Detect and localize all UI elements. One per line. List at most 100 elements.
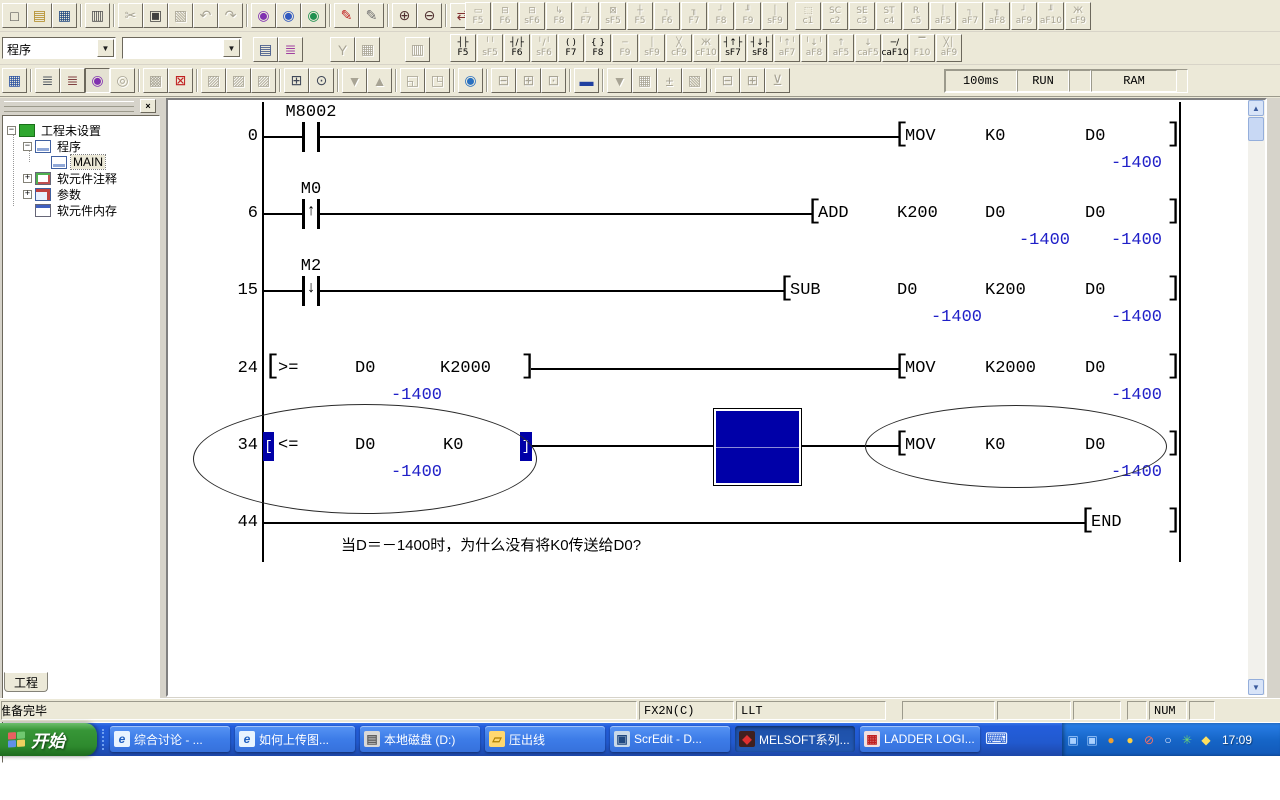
program-type-combo[interactable]: 程序 ▼ <box>2 37 116 59</box>
watch-button[interactable]: ⊙ <box>309 68 334 93</box>
error-jump-button[interactable]: ± <box>657 68 682 93</box>
edit2-button[interactable]: ▨ <box>226 68 251 93</box>
ladder-symbol-F5-button[interactable]: ┼F5 <box>627 2 653 30</box>
ladder-symbol-aF5-button[interactable]: │aF5 <box>930 2 956 30</box>
monitor-start-button[interactable]: ◉ <box>458 68 483 93</box>
ladder-canvas[interactable]: 0M8002[]MOVK0D0-14006M0↑[]ADDK200D0D0-14… <box>168 100 1248 695</box>
collapse-icon[interactable]: − <box>7 126 16 135</box>
ladder-symbol-cF10-button[interactable]: ЖcF10 <box>693 34 719 62</box>
project-tab[interactable]: 工程 <box>4 672 48 692</box>
sfc-step-button[interactable]: ▧ <box>682 68 707 93</box>
ladder-symbol-aF10-button[interactable]: ╜aF10 <box>1038 2 1064 30</box>
tray-network1-icon[interactable]: ▣ <box>1065 732 1081 748</box>
device-search-combo[interactable]: ▼ <box>122 37 242 59</box>
ladder-symbol-cF9-button[interactable]: ЖcF9 <box>1065 2 1091 30</box>
ladder-symbol-F8-button[interactable]: { }F8 <box>585 34 611 62</box>
tree-item-memory[interactable]: 软元件内存 <box>23 202 119 218</box>
open-file-button[interactable]: ▤ <box>27 3 52 28</box>
panel-grip2[interactable] <box>4 107 134 112</box>
cut-button[interactable]: ✂ <box>118 3 143 28</box>
taskbar-task-disk[interactable]: ▤本地磁盘 (D:) <box>360 726 480 752</box>
ladder-symbol-aF7-button[interactable]: ╵↑╵aF7 <box>774 34 800 62</box>
insert-row-button[interactable]: ▼ <box>342 68 367 93</box>
ladder-symbol-caF5-button[interactable]: ↓caF5 <box>855 34 881 62</box>
scroll-up-icon[interactable]: ▲ <box>1248 100 1264 116</box>
ladder-symbol-c5-button[interactable]: Rc5 <box>903 2 929 30</box>
ladder-symbol-F7-button[interactable]: ( )F7 <box>558 34 584 62</box>
ladder-symbol-sF6-button[interactable]: ╵/╵sF6 <box>531 34 557 62</box>
project-data-list-button[interactable]: ≣ <box>278 37 303 62</box>
pair1-button[interactable]: ▦ <box>632 68 657 93</box>
device-monitor-button[interactable]: ▬ <box>574 68 599 93</box>
ladder-symbol-c4-button[interactable]: STc4 <box>876 2 902 30</box>
find-string-button[interactable]: ◉ <box>301 3 326 28</box>
ladder-symbol-F7-button[interactable]: ⊥F7 <box>573 2 599 30</box>
undo-button[interactable]: ↶ <box>193 3 218 28</box>
ladder-symbol-sF5-button[interactable]: ╵╵sF5 <box>477 34 503 62</box>
print-button[interactable]: ▥ <box>85 3 110 28</box>
expand-contract-button[interactable]: ≣ <box>35 68 60 93</box>
device-edit-button[interactable]: ✎ <box>359 3 384 28</box>
ladder-symbol-sF6-button[interactable]: ⊟sF6 <box>519 2 545 30</box>
ladder-symbol-sF9-button[interactable]: │sF9 <box>762 2 788 30</box>
find-button[interactable]: ◉ <box>251 3 276 28</box>
tree-item-param[interactable]: +参数 <box>23 186 83 202</box>
vertical-scrollbar[interactable]: ▲ ▼ <box>1248 100 1265 695</box>
close-panel-button[interactable]: × <box>140 99 156 113</box>
save-button[interactable]: ▦ <box>52 3 77 28</box>
ladder-edit-button[interactable]: ✎ <box>334 3 359 28</box>
edit-cursor-box[interactable] <box>713 408 802 486</box>
ladder-symbol-cF9-button[interactable]: ╳cF9 <box>666 34 692 62</box>
copy-button[interactable]: ▣ <box>143 3 168 28</box>
block2-button[interactable]: ⊞ <box>740 68 765 93</box>
tray-qq-icon[interactable]: ● <box>1122 732 1138 748</box>
edit1-button[interactable]: ▨ <box>201 68 226 93</box>
ladder-window-button[interactable]: ▦ <box>2 68 27 93</box>
delete-stamp-button[interactable]: ⊠ <box>168 68 193 93</box>
tray-search-icon[interactable]: ○ <box>1160 732 1176 748</box>
window1-button[interactable]: ◱ <box>400 68 425 93</box>
ladder-symbol-F8-button[interactable]: ↳F8 <box>546 2 572 30</box>
ladder-symbol-aF5-button[interactable]: ↑aF5 <box>828 34 854 62</box>
scroll-down-icon[interactable]: ▼ <box>1248 679 1264 695</box>
redo-button[interactable]: ↷ <box>218 3 243 28</box>
paste-button[interactable]: ▧ <box>168 3 193 28</box>
zoom-out-button[interactable]: ⊖ <box>417 3 442 28</box>
ladder-symbol-aF7-button[interactable]: ┐aF7 <box>957 2 983 30</box>
ladder-symbol-F10-button[interactable]: ▔F10 <box>909 34 935 62</box>
write-mode-button[interactable]: ◎ <box>110 68 135 93</box>
ladder-symbol-aF8-button[interactable]: ╵↓╵aF8 <box>801 34 827 62</box>
tree-item-main[interactable]: MAIN <box>39 154 105 170</box>
tree-item-program[interactable]: −程序 <box>23 138 83 154</box>
taskbar-task-ie[interactable]: e综合讨论 - ... <box>110 726 230 752</box>
monitor-mode-button[interactable]: ◉ <box>85 68 110 93</box>
chevron-down-icon[interactable]: ▼ <box>223 39 240 57</box>
taskbar-task-scredit[interactable]: ▣ScrEdit - D... <box>610 726 730 752</box>
comment3-button[interactable]: ⊡ <box>541 68 566 93</box>
ladder-symbol-F6-button[interactable]: ┤/├F6 <box>504 34 530 62</box>
delete-row-button[interactable]: ▲ <box>367 68 392 93</box>
window2-button[interactable]: ◳ <box>425 68 450 93</box>
ladder-symbol-sF8-button[interactable]: ┤↓├sF8 <box>747 34 773 62</box>
ladder-symbol-caF10-button[interactable]: ─/caF10 <box>882 34 908 62</box>
taskbar-task-melsoft[interactable]: ◆MELSOFT系列... <box>735 726 855 752</box>
taskbar-task-folder[interactable]: ▱压出线 <box>485 726 605 752</box>
ladder-symbol-F6-button[interactable]: ⊟F6 <box>492 2 518 30</box>
scroll-thumb[interactable] <box>1248 117 1264 141</box>
ladder-symbol-aF9-button[interactable]: ╳│aF9 <box>936 34 962 62</box>
block1-button[interactable]: ⊟ <box>715 68 740 93</box>
ladder-symbol-F5-button[interactable]: ┤├F5 <box>450 34 476 62</box>
collapse-icon[interactable]: − <box>23 142 32 151</box>
ladder-symbol-F6-button[interactable]: ┐F6 <box>654 2 680 30</box>
list-mode-button[interactable]: ≣ <box>60 68 85 93</box>
ladder-symbol-F5-button[interactable]: ▭F5 <box>465 2 491 30</box>
down1-button[interactable]: ▼ <box>607 68 632 93</box>
device-comment-button[interactable]: ▥ <box>405 37 430 62</box>
zoom-in-button[interactable]: ⊕ <box>392 3 417 28</box>
tray-antivirus-icon[interactable]: ✳ <box>1179 732 1195 748</box>
tray-ime-icon[interactable]: ◆ <box>1198 732 1214 748</box>
find-window-button[interactable]: ▤ <box>253 37 278 62</box>
tray-volume-muted-icon[interactable]: ⊘ <box>1141 732 1157 748</box>
taskbar-task-ie[interactable]: e如何上传图... <box>235 726 355 752</box>
block3-button[interactable]: ⊻ <box>765 68 790 93</box>
